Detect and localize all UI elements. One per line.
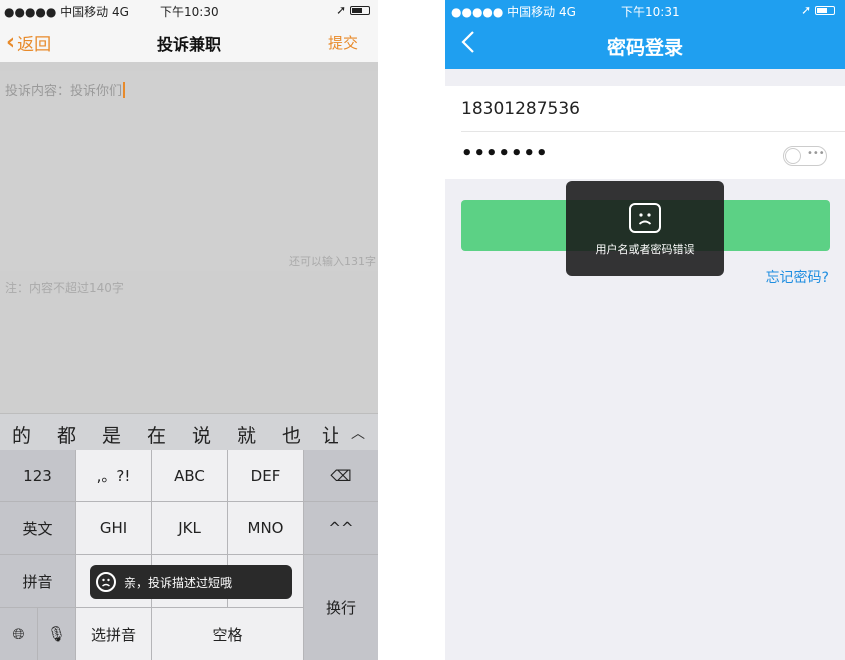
char-counter: 还可以输入131字: [289, 255, 376, 268]
page-title: 密码登录: [606, 37, 683, 59]
show-password-toggle[interactable]: •••: [783, 146, 827, 166]
chevron-up-icon[interactable]: ︿: [338, 414, 378, 451]
battery-icon: ➚: [801, 3, 835, 17]
submit-button[interactable]: 提交: [328, 32, 358, 53]
key-pinyin[interactable]: 拼音: [0, 555, 75, 607]
key-123[interactable]: 123: [0, 450, 75, 501]
eye-dots-icon: •••: [807, 148, 825, 159]
phone-input[interactable]: 18301287536: [461, 99, 580, 119]
carrier-label: ●●●●● 中国移动 4G: [451, 5, 576, 19]
complaint-textarea[interactable]: [0, 71, 378, 271]
keyboard: 123 ,。?! ABC DEF ⌫ 英文 GHI JKL MNO ^^ 拼音 …: [0, 450, 378, 660]
candidate-word[interactable]: 说: [192, 421, 211, 448]
nav-bar: ‹ 返回 投诉兼职 提交: [0, 20, 378, 63]
candidate-word[interactable]: 就: [237, 421, 256, 448]
clock: 下午10:31: [621, 5, 680, 19]
login-screen: ●●●●● 中国移动 4G 下午10:31 ➚ 密码登录 18301287536…: [445, 0, 845, 660]
error-toast: 用户名或者密码错误: [566, 181, 724, 276]
candidate-bar: 的 都 是 在 说 就 也 让 ︿: [0, 413, 378, 451]
candidate-word[interactable]: 也: [282, 421, 301, 448]
candidate-word[interactable]: 的: [12, 421, 31, 448]
login-form: 18301287536 ••••••• •••: [445, 86, 845, 179]
page-title: 投诉兼职: [156, 35, 221, 54]
backspace-icon[interactable]: ⌫: [304, 450, 378, 501]
clock: 下午10:30: [160, 5, 219, 19]
toggle-knob: [785, 148, 801, 164]
microphone-icon[interactable]: 🎙︎: [38, 608, 75, 660]
key-newline[interactable]: 换行: [304, 555, 378, 660]
key-mno[interactable]: MNO: [228, 502, 303, 554]
complaint-text: 投诉内容：投诉你们: [5, 84, 123, 99]
status-bar: ●●●●● 中国移动 4G 下午10:30 ➚: [0, 0, 378, 20]
sad-face-icon: [96, 572, 116, 592]
key-jkl[interactable]: JKL: [152, 502, 227, 554]
sad-face-icon: [629, 203, 661, 233]
key-select-pinyin[interactable]: 选拼音: [76, 608, 151, 660]
key-emoji[interactable]: ^^: [304, 502, 378, 554]
carrier-label: ●●●●● 中国移动 4G: [4, 5, 129, 19]
globe-icon[interactable]: 🌐︎: [0, 608, 37, 660]
battery-icon: ➚: [336, 3, 370, 17]
password-input[interactable]: •••••••: [461, 143, 549, 164]
toast-text: 亲，投诉描述过短哦: [124, 575, 233, 590]
toast-message: 亲，投诉描述过短哦: [90, 565, 292, 599]
divider: [461, 131, 845, 132]
forgot-password-link[interactable]: 忘记密码?: [766, 267, 829, 287]
toast-text: 用户名或者密码错误: [595, 243, 695, 256]
key-def[interactable]: DEF: [228, 450, 303, 501]
complaint-input-text: 投诉内容：投诉你们: [5, 80, 126, 99]
length-note: 注：内容不超过140字: [5, 281, 124, 295]
form-overlay: 投诉内容：投诉你们 还可以输入131字 注：内容不超过140字: [0, 63, 378, 413]
status-bar: ●●●●● 中国移动 4G 下午10:31 ➚: [445, 0, 845, 20]
candidate-word[interactable]: 都: [57, 421, 76, 448]
key-abc[interactable]: ABC: [152, 450, 227, 501]
key-punct[interactable]: ,。?!: [76, 450, 151, 501]
key-ghi[interactable]: GHI: [76, 502, 151, 554]
candidate-word[interactable]: 是: [102, 421, 121, 448]
key-english[interactable]: 英文: [0, 502, 75, 554]
nav-bar: 密码登录: [445, 20, 845, 69]
key-space[interactable]: 空格: [152, 608, 303, 660]
complaint-screen: ●●●●● 中国移动 4G 下午10:30 ➚ ‹ 返回 投诉兼职 提交 投诉内…: [0, 0, 378, 660]
text-cursor: [123, 82, 126, 98]
candidate-word[interactable]: 在: [147, 421, 166, 448]
